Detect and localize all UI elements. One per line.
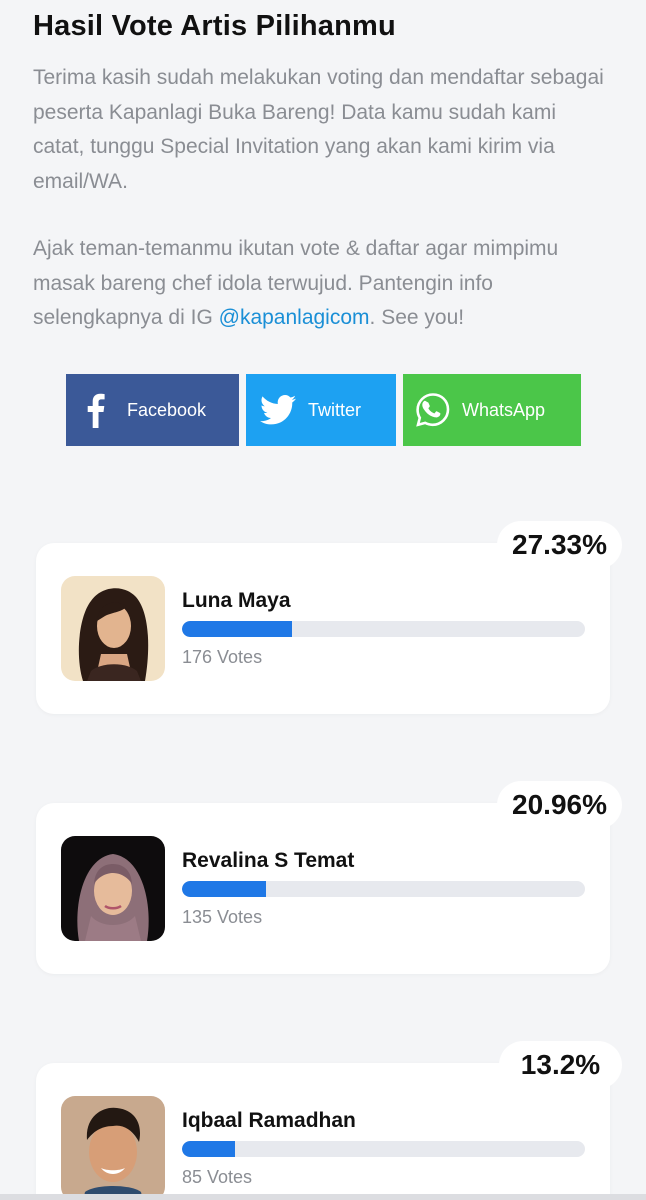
vote-count: 85 Votes <box>182 1167 253 1187</box>
artist-name: Iqbaal Ramadhan <box>182 1109 356 1132</box>
percentage-badge: 20.96% <box>497 781 622 829</box>
instagram-link[interactable]: @kapanlagicom <box>219 306 370 329</box>
page-title: Hasil Vote Artis Pilihanmu <box>33 10 396 42</box>
vote-progress-fill <box>182 1141 236 1157</box>
invite-text-end: . See you! <box>369 306 465 329</box>
avatar-photo-icon <box>61 836 165 941</box>
avatar-photo-icon <box>61 576 165 681</box>
avatar <box>61 576 165 681</box>
avatar-photo-icon <box>61 1096 165 1200</box>
share-twitter-button[interactable]: Twitter <box>246 374 396 446</box>
facebook-label: Facebook <box>127 399 207 420</box>
percentage-badge: 27.33% <box>497 521 622 569</box>
vote-progress-bar <box>182 1141 585 1157</box>
share-whatsapp-button[interactable]: WhatsApp <box>403 374 581 446</box>
vote-progress-bar <box>182 881 585 897</box>
invite-text: Ajak teman-temanmu ikutan vote & daftar … <box>33 232 613 336</box>
artist-name: Revalina S Temat <box>182 849 355 872</box>
twitter-label: Twitter <box>308 399 362 420</box>
whatsapp-icon <box>416 393 450 427</box>
avatar <box>61 1096 165 1200</box>
share-facebook-button[interactable]: Facebook <box>66 374 239 446</box>
vote-count: 135 Votes <box>182 907 263 927</box>
whatsapp-label: WhatsApp <box>462 399 546 420</box>
vote-count: 176 Votes <box>182 647 263 667</box>
vote-results-page: Hasil Vote Artis Pilihanmu Terima kasih … <box>0 0 646 1200</box>
thank-you-text: Terima kasih sudah melakukan voting dan … <box>33 66 604 193</box>
facebook-icon <box>87 393 105 428</box>
avatar <box>61 836 165 941</box>
percentage-badge: 13.2% <box>499 1041 622 1089</box>
vote-progress-fill <box>182 881 267 897</box>
vote-progress-bar <box>182 621 585 637</box>
result-card: 13.2% Iqbaal Ramadhan 85 Votes <box>36 1041 622 1200</box>
result-card: 27.33% Luna Maya 176 Votes <box>36 521 622 714</box>
result-card: 20.96% Revalina S Temat 135 Votes <box>36 781 622 974</box>
twitter-icon <box>260 395 296 425</box>
artist-name: Luna Maya <box>182 589 291 612</box>
vote-progress-fill <box>182 621 293 637</box>
bottom-divider <box>0 1194 646 1200</box>
